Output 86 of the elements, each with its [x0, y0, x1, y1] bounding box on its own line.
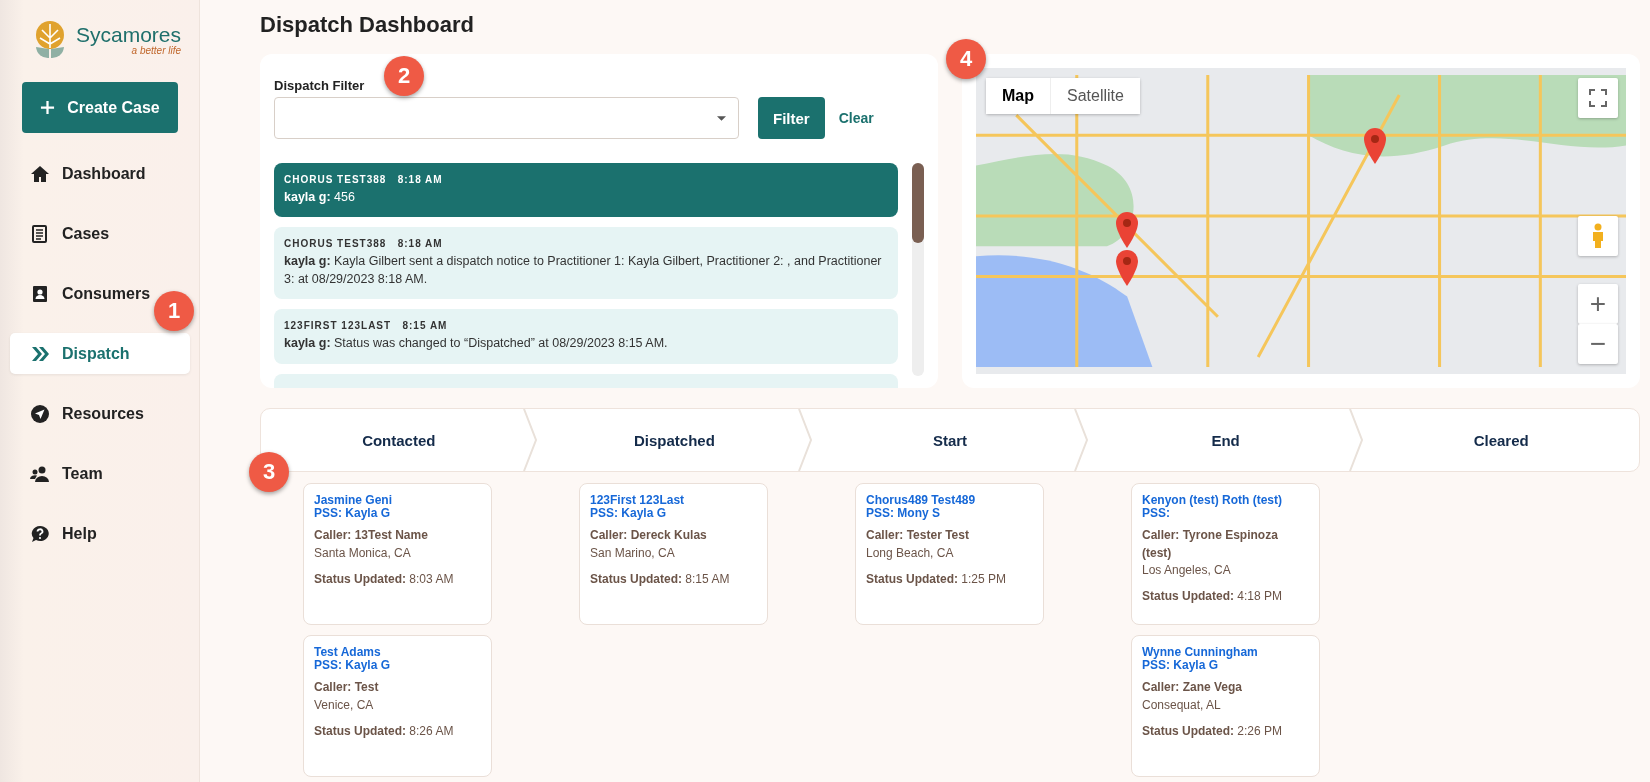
caller-label: Caller: Dereck Kulas — [590, 527, 708, 545]
consumer-name: Kenyon (test) Roth (test) — [1142, 494, 1283, 507]
filter-label: Dispatch Filter — [274, 78, 366, 93]
contact-card-icon — [30, 283, 50, 304]
location-text: Long Beach, CA — [866, 544, 955, 562]
navigation-icon — [30, 403, 50, 424]
status-updated: Status Updated: 2:26 PM — [1142, 723, 1284, 738]
location-text: San Marino, CA — [590, 544, 676, 562]
caller-label: Caller: Zane Vega — [1142, 679, 1244, 697]
case-card[interactable]: Wynne Cunningham PSS: Kayla G Caller: Zane Vega Consequat, AL Status Updated: 2:26 PM — [1131, 635, 1320, 777]
callout-badge: 4 — [946, 39, 986, 79]
document-icon — [30, 223, 50, 244]
nav-item[interactable]: Dispatch — [10, 333, 190, 374]
help-icon — [30, 523, 50, 544]
map-pin-icon — [1116, 250, 1138, 286]
caller-label: Caller: Tester Test — [866, 527, 970, 545]
map-pin-icon — [1364, 128, 1386, 164]
pss-label: PSS: — [1142, 506, 1170, 520]
stage-label: End — [1211, 431, 1240, 449]
status-updated: Status Updated: 4:18 PM — [1142, 589, 1284, 604]
brand-name: Sycamores — [76, 24, 182, 45]
scrollbar-thumb[interactable] — [912, 163, 924, 243]
street-view-button[interactable] — [1578, 216, 1618, 256]
case-card[interactable]: Jasmine Geni PSS: Kayla G Caller: 13Test Name Santa Monica, CA Status Updated: 8:03 AM — [303, 483, 492, 625]
message-text: kayla g: Status was changed to “Dispatched” at 08/29/2023 8:15 AM. — [284, 335, 669, 353]
status-updated: Status Updated: 8:15 AM — [590, 571, 731, 586]
clear-link[interactable]: Clear — [838, 110, 874, 126]
consumer-name: Chorus489 Test489 — [866, 494, 977, 507]
brand-tagline: a better life — [131, 45, 182, 56]
filter-button[interactable]: Filter — [758, 97, 825, 139]
consumer-name: Jasmine Geni — [314, 494, 394, 507]
consumer-name: Wynne Cunningham — [1142, 646, 1259, 659]
location-text: Venice, CA — [314, 696, 375, 714]
pss-label: PSS: Kayla G — [1142, 658, 1219, 672]
page-title: Dispatch Dashboard — [260, 12, 475, 38]
message-text: kayla g: 456 — [284, 189, 356, 206]
location-text: Santa Monica, CA — [314, 544, 412, 562]
stage-label: Start — [932, 431, 968, 449]
pss-label: PSS: Kayla G — [314, 506, 392, 520]
status-updated: Status Updated: 1:25 PM — [866, 571, 1008, 586]
fullscreen-button[interactable] — [1578, 78, 1618, 118]
consumer-name: Test Adams — [314, 646, 382, 659]
consumer-name: 123First 123Last — [590, 494, 686, 507]
nav-item[interactable]: Consumers — [10, 273, 155, 314]
nav-item[interactable]: Cases — [10, 213, 114, 254]
message-item[interactable]: 123FIRST 123LAST 8:15 AM kayla g: Status was changed to “Dispatched” at 08/29/2023 8:15 AM. — [274, 309, 898, 364]
message-header: 123FIRST 123LAST 8:15 AM — [284, 320, 449, 332]
caret-icon — [717, 115, 726, 121]
message-item[interactable]: CHORUS TEST388 8:18 AM kayla g: Kayla Gilbert sent a dispatch notice to Practitioner 1: Kayla Gilbert, Practitioner 2: , and Practitioner 3: at 08/29/2023 8:18 AM. — [274, 227, 898, 300]
dispatch-filter-dropdown[interactable] — [274, 97, 739, 139]
location-text: Consequat, AL — [1142, 696, 1222, 714]
nav-item[interactable]: Resources — [10, 393, 148, 434]
stage-label: Contacted — [362, 431, 436, 449]
stage-label: Dispatched — [633, 431, 715, 449]
case-card[interactable]: Test Adams PSS: Kayla G Caller: Test Venice, CA Status Updated: 8:26 AM — [303, 635, 492, 777]
nav-item[interactable]: Help — [10, 513, 101, 554]
map-pin-icon — [1116, 212, 1138, 248]
pss-label: PSS: Mony S — [866, 506, 941, 520]
fullscreen-icon — [1589, 89, 1607, 107]
home-icon — [30, 163, 50, 184]
message-text: kayla g: Kayla Gilbert sent a dispatch notice to Practitioner 1: Kayla Gilbert, Practitioner 2: , and Practitioner 3: at 08/29/2023 8:18 AM. — [284, 253, 883, 289]
zoom-out-button[interactable]: − — [1578, 324, 1618, 364]
nav-item[interactable]: Dashboard — [10, 153, 150, 194]
status-updated: Status Updated: 8:26 AM — [314, 723, 455, 738]
pss-label: PSS: Kayla G — [590, 506, 668, 520]
stage-label: Cleared — [1473, 431, 1529, 449]
callout-badge: 3 — [249, 452, 289, 492]
plus-icon — [40, 100, 56, 115]
caller-label: Caller: Tyrone Espinoza (test) — [1142, 527, 1279, 562]
status-updated: Status Updated: 8:03 AM — [314, 571, 455, 586]
case-card[interactable]: 123First 123Last PSS: Kayla G Caller: Dereck Kulas San Marino, CA Status Updated: 8:15 AM — [579, 483, 768, 625]
location-text: Los Angeles, CA — [1142, 561, 1232, 579]
zoom-in-button[interactable]: + — [1578, 284, 1618, 324]
message-item[interactable]: CHORUS TEST388 8:18 AM kayla g: 456 — [274, 163, 898, 218]
message-header: CHORUS TEST388 8:18 AM — [284, 238, 444, 250]
person-icon — [1592, 223, 1604, 249]
message-header: CHORUS TEST388 8:18 AM — [284, 174, 444, 185]
case-card[interactable]: Chorus489 Test489 PSS: Mony S Caller: Tester Test Long Beach, CA Status Updated: 1:25 PM — [855, 483, 1044, 625]
map-type-tab[interactable]: Satellite — [1050, 78, 1140, 114]
caller-label: Caller: Test — [314, 679, 380, 697]
nav-item[interactable]: Team — [10, 453, 107, 494]
pss-label: PSS: Kayla G — [314, 658, 392, 672]
case-card[interactable]: Kenyon (test) Roth (test) PSS: Caller: Tyrone Espinoza (test) Los Angeles, CA Status Updated: 4:18 PM — [1131, 483, 1320, 625]
caller-label: Caller: 13Test Name — [314, 527, 429, 545]
create-case-button[interactable]: Create Case — [22, 82, 178, 133]
map-type-tab[interactable]: Map — [986, 78, 1050, 114]
